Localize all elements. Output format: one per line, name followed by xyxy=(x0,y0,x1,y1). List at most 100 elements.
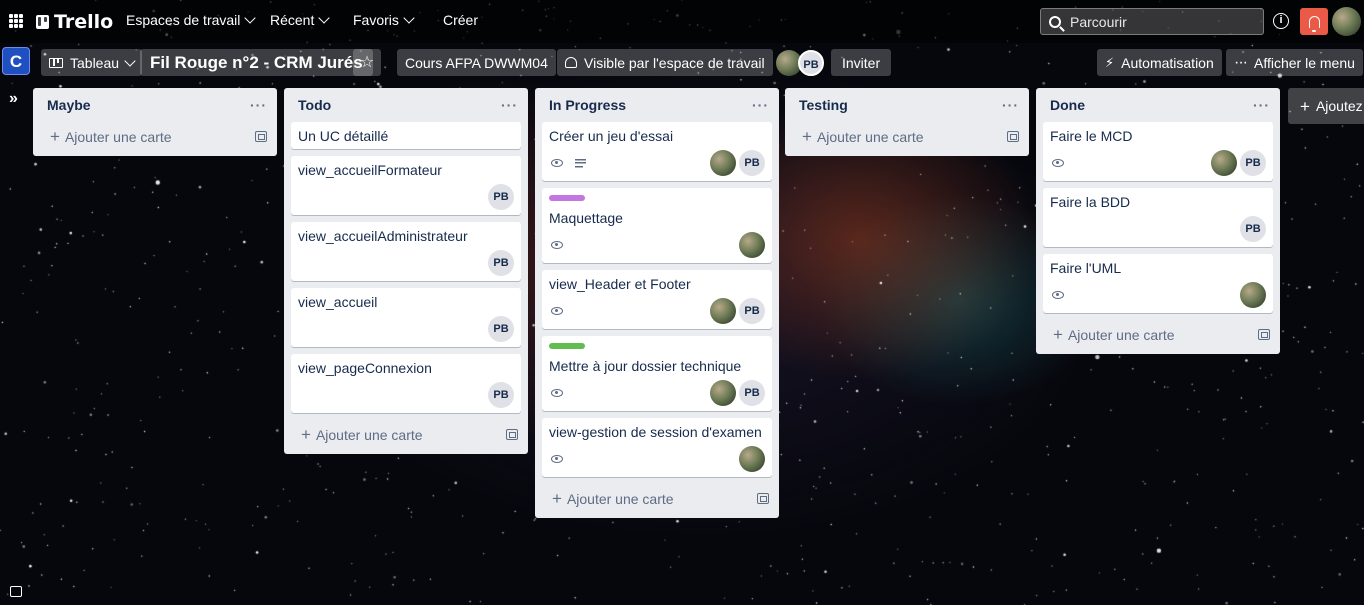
list-menu-icon[interactable]: ··· xyxy=(501,97,518,113)
card-badges: PB xyxy=(1050,150,1266,176)
info-icon[interactable]: i xyxy=(1273,13,1289,29)
top-header: Trello Espaces de travail Récent Favoris… xyxy=(0,0,1364,43)
plus-icon: + xyxy=(1053,325,1063,344)
expand-sidebar-icon[interactable]: » xyxy=(9,90,18,108)
list-title[interactable]: Maybe xyxy=(47,97,91,113)
add-card-link[interactable]: + Ajouter une carte xyxy=(301,426,423,443)
add-card-button[interactable]: + Ajouter une carte xyxy=(535,484,779,514)
list-menu-icon[interactable]: ··· xyxy=(1253,97,1270,113)
add-card-button[interactable]: + Ajouter une carte xyxy=(284,420,528,450)
list-title[interactable]: Testing xyxy=(799,97,848,113)
card[interactable]: view_accueil PB xyxy=(291,288,521,347)
add-card-button[interactable]: + Ajouter une carte xyxy=(1036,320,1280,350)
member-initials-avatar[interactable]: PB xyxy=(488,184,514,210)
add-card-link[interactable]: + Ajouter une carte xyxy=(50,128,172,145)
card-template-icon[interactable] xyxy=(1258,329,1270,340)
card-template-icon[interactable] xyxy=(757,493,769,504)
member-avatar[interactable] xyxy=(1240,282,1266,308)
list-title[interactable]: In Progress xyxy=(549,97,626,113)
member-initials-avatar[interactable]: PB xyxy=(739,380,765,406)
member-avatar[interactable] xyxy=(739,446,765,472)
visibility-button[interactable]: Visible par l'espace de travail xyxy=(557,49,773,76)
member-initials-avatar[interactable]: PB xyxy=(488,250,514,276)
board-title[interactable]: Fil Rouge n°2 - CRM Jurés xyxy=(140,49,373,76)
account-avatar[interactable] xyxy=(1332,7,1361,36)
member-initials-avatar[interactable]: PB xyxy=(1240,150,1266,176)
card[interactable]: view_pageConnexion PB xyxy=(291,354,521,413)
watch-eye-icon xyxy=(551,389,563,397)
list-todo[interactable]: Todo ··· Un UC détaillé view_accueilFormate… xyxy=(284,88,528,454)
list-testing[interactable]: Testing ··· + Ajouter une carte xyxy=(785,88,1029,156)
card-list: Un UC détaillé view_accueilFormateur PBvie… xyxy=(284,122,528,413)
automation-button[interactable]: ⚡ Automatisation xyxy=(1097,49,1222,76)
card[interactable]: view-gestion de session d'examen xyxy=(542,418,772,477)
card-badges: PB xyxy=(298,382,514,408)
card-template-icon[interactable] xyxy=(255,131,267,142)
list-menu-icon[interactable]: ··· xyxy=(1002,97,1019,113)
card-members xyxy=(1240,282,1266,308)
add-card-link[interactable]: + Ajouter une carte xyxy=(802,128,924,145)
list-title[interactable]: Todo xyxy=(298,97,331,113)
nav-favorites[interactable]: Favoris xyxy=(353,12,415,28)
card[interactable]: Créer un jeu d'essai PB xyxy=(542,122,772,181)
card-template-icon[interactable] xyxy=(506,429,518,440)
card-title: Créer un jeu d'essai xyxy=(549,128,674,144)
workspace-button[interactable]: Cours AFPA DWWM04 xyxy=(397,49,556,76)
add-list-button[interactable]: + Ajoutez une autre liste xyxy=(1288,88,1364,124)
nav-recent[interactable]: Récent xyxy=(270,12,331,28)
nav-workspaces[interactable]: Espaces de travail xyxy=(126,12,257,28)
list-in-progress[interactable]: In Progress ··· Créer un jeu d'essai PB Maqu… xyxy=(535,88,779,518)
logo-text: Trello xyxy=(54,11,114,33)
camera-icon[interactable] xyxy=(10,586,22,597)
trello-logo[interactable]: Trello xyxy=(36,11,113,33)
add-card-button[interactable]: + Ajouter une carte xyxy=(33,122,277,152)
plus-icon: + xyxy=(802,127,812,146)
list-menu-icon[interactable]: ··· xyxy=(250,97,267,113)
card[interactable]: Maquettage xyxy=(542,188,772,263)
list-title[interactable]: Done xyxy=(1050,97,1085,113)
list-maybe[interactable]: Maybe ··· + Ajouter une carte xyxy=(33,88,277,156)
card-label[interactable] xyxy=(549,343,585,349)
notifications-button[interactable] xyxy=(1300,8,1328,35)
member-initials-avatar[interactable]: PB xyxy=(488,316,514,342)
card-title: Faire la BDD xyxy=(1050,194,1131,210)
member-avatar[interactable] xyxy=(710,150,736,176)
list-done[interactable]: Done ··· Faire le MCD PB Faire la BDD PB Faire… xyxy=(1036,88,1280,354)
member-initials-avatar[interactable]: PB xyxy=(739,298,765,324)
card-badges: PB xyxy=(1050,216,1266,242)
create-button[interactable]: Créer xyxy=(443,12,478,28)
view-switcher-button[interactable]: Tableau xyxy=(41,49,143,76)
show-menu-button[interactable]: ··· Afficher le menu xyxy=(1226,49,1363,76)
card[interactable]: view_Header et Footer PB xyxy=(542,270,772,329)
search-input[interactable] xyxy=(1070,13,1250,30)
card-members: PB xyxy=(1211,150,1266,176)
card[interactable]: Faire l'UML xyxy=(1043,254,1273,313)
search-box[interactable] xyxy=(1040,8,1264,35)
member-avatar[interactable] xyxy=(739,232,765,258)
member-avatar[interactable] xyxy=(710,380,736,406)
member-avatar[interactable] xyxy=(1211,150,1237,176)
apps-grid-icon[interactable] xyxy=(9,14,23,28)
member-initials-avatar[interactable]: PB xyxy=(739,150,765,176)
member-initials-avatar[interactable]: PB xyxy=(488,382,514,408)
workspace-badge[interactable]: C xyxy=(2,47,30,75)
member-avatar-pb[interactable]: PB xyxy=(798,50,824,76)
card[interactable]: view_accueilAdministrateur PB xyxy=(291,222,521,281)
star-button[interactable]: ☆ xyxy=(353,49,381,76)
member-initials-avatar[interactable]: PB xyxy=(1240,216,1266,242)
add-card-button[interactable]: + Ajouter une carte xyxy=(785,122,1029,152)
card[interactable]: Faire le MCD PB xyxy=(1043,122,1273,181)
card-label[interactable] xyxy=(549,195,585,201)
list-menu-icon[interactable]: ··· xyxy=(752,97,769,113)
invite-button[interactable]: Inviter xyxy=(831,49,892,76)
add-card-link[interactable]: + Ajouter une carte xyxy=(552,490,674,507)
member-avatar[interactable] xyxy=(710,298,736,324)
card[interactable]: Mettre à jour dossier technique PB xyxy=(542,336,772,411)
card[interactable]: Faire la BDD PB xyxy=(1043,188,1273,247)
add-card-link[interactable]: + Ajouter une carte xyxy=(1053,326,1175,343)
board-view-icon xyxy=(49,57,63,68)
plus-icon: + xyxy=(301,425,311,444)
card-template-icon[interactable] xyxy=(1007,131,1019,142)
card[interactable]: view_accueilFormateur PB xyxy=(291,156,521,215)
card[interactable]: Un UC détaillé xyxy=(291,122,521,149)
